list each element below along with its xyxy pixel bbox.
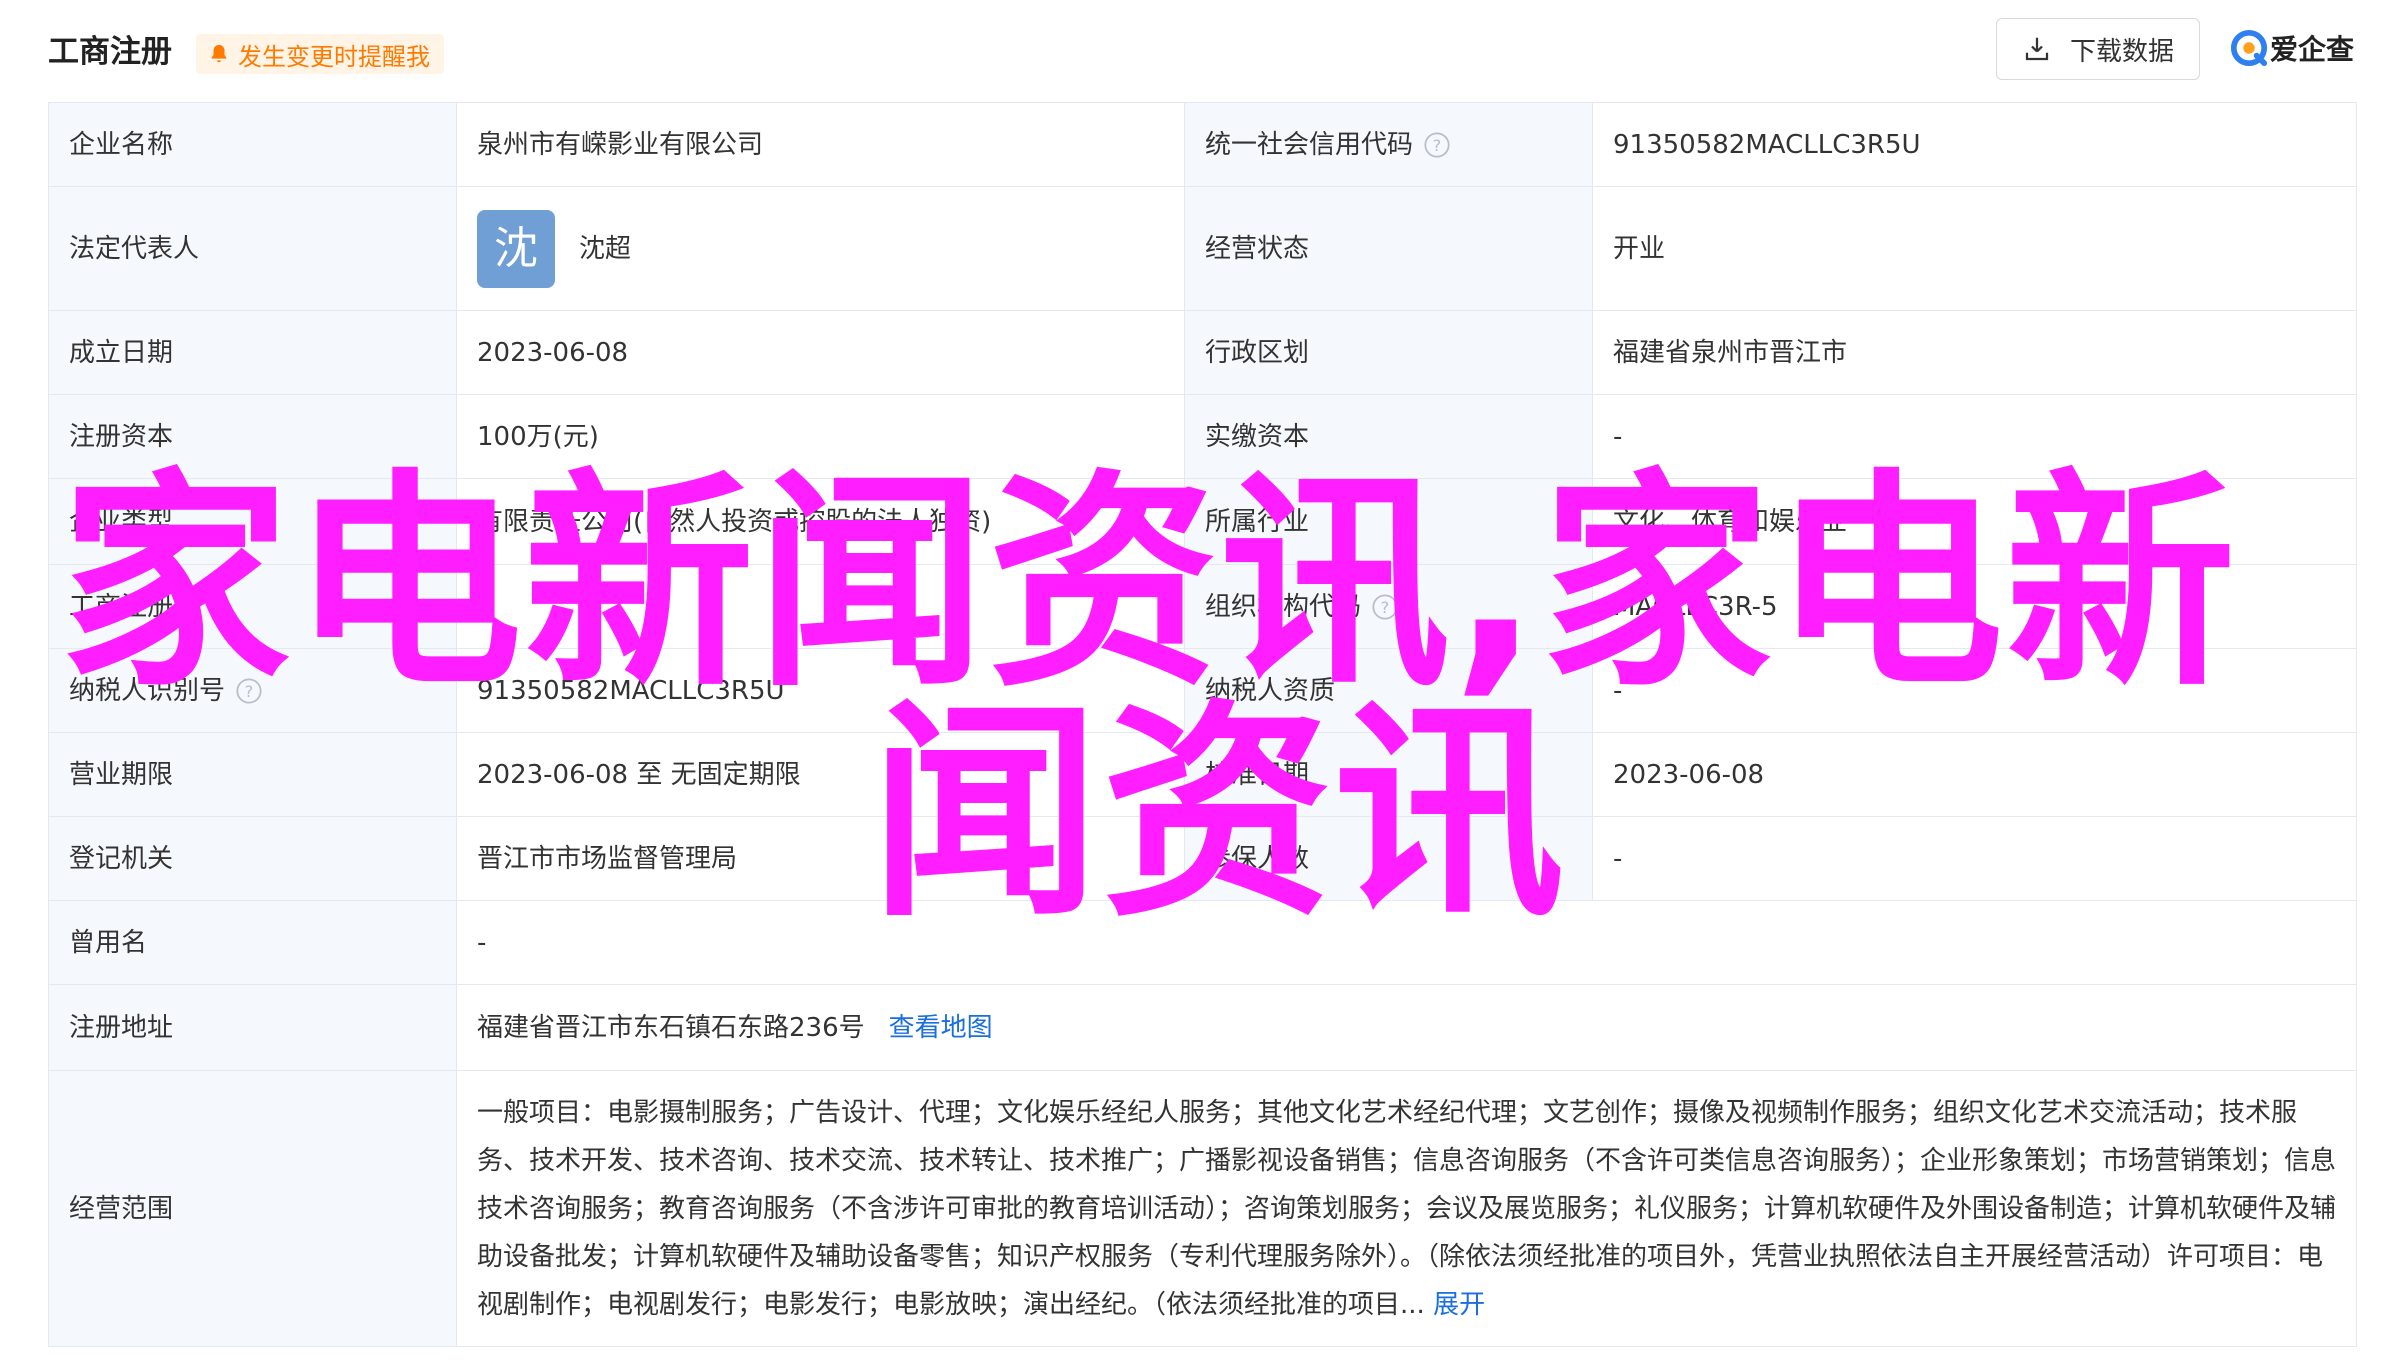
label-legal-rep: 法定代表人 xyxy=(48,186,457,311)
label-approval-date: 核准日期 xyxy=(1184,732,1593,817)
table-row: 企业名称 泉州市有嵘影业有限公司 统一社会信用代码? 91350582MACLL… xyxy=(48,102,2357,187)
table-row: 企业类型 有限责任公司(自然人投资或控股的法人独资) 所属行业 文化、体育和娱乐… xyxy=(48,478,2357,565)
svg-text:?: ? xyxy=(1433,136,1442,155)
value-former-name: - xyxy=(456,900,2357,985)
section-title: 工商注册 xyxy=(48,34,172,70)
value-biz-reg-no xyxy=(456,564,1185,649)
value-status: 开业 xyxy=(1592,186,2357,311)
help-icon[interactable]: ? xyxy=(235,677,263,705)
value-biz-term: 2023-06-08 至 无固定期限 xyxy=(456,732,1185,817)
change-alert-button[interactable]: 发生变更时提醒我 xyxy=(196,34,444,74)
label-reg-capital: 注册资本 xyxy=(48,394,457,479)
change-alert-label: 发生变更时提醒我 xyxy=(238,42,430,71)
table-row: 曾用名 - xyxy=(48,900,2357,985)
value-credit-code: 91350582MACLLC3R5U xyxy=(1592,102,2357,187)
biz-scope-text: 一般项目：电影摄制服务；广告设计、代理；文化娱乐经纪人服务；其他文化艺术经纪代理… xyxy=(477,1097,2336,1320)
value-taxpayer-id: 91350582MACLLC3R5U xyxy=(456,648,1185,733)
table-row: 纳税人识别号? 91350582MACLLC3R5U 纳税人资质 - xyxy=(48,648,2357,733)
label-insured-count: 参保人数 xyxy=(1184,816,1593,901)
label-biz-scope: 经营范围 xyxy=(48,1070,457,1347)
label-credit-code-text: 统一社会信用代码 xyxy=(1205,129,1414,160)
label-status: 经营状态 xyxy=(1184,186,1593,311)
biz-scope-ellipsis: ... xyxy=(1400,1289,1425,1320)
label-company-type: 企业类型 xyxy=(48,478,457,565)
help-icon[interactable]: ? xyxy=(1423,131,1451,159)
value-taxpayer-quality: - xyxy=(1592,648,2357,733)
label-org-code-text: 组织机构代码 xyxy=(1205,591,1362,622)
table-row: 营业期限 2023-06-08 至 无固定期限 核准日期 2023-06-08 xyxy=(48,732,2357,817)
download-data-label: 下载数据 xyxy=(2069,36,2174,67)
table-row: 注册地址 福建省晋江市东石镇石东路236号 查看地图 xyxy=(48,984,2357,1071)
brand-logo-icon xyxy=(2230,29,2268,67)
table-row: 注册资本 100万(元) 实缴资本 - xyxy=(48,394,2357,479)
reg-address-text: 福建省晋江市东石镇石东路236号 xyxy=(477,1012,865,1043)
value-approval-date: 2023-06-08 xyxy=(1592,732,2357,817)
legal-rep-name[interactable]: 沈超 xyxy=(579,232,631,266)
value-company-type: 有限责任公司(自然人投资或控股的法人独资) xyxy=(456,478,1185,565)
label-paid-capital: 实缴资本 xyxy=(1184,394,1593,479)
value-legal-rep: 沈 沈超 xyxy=(456,186,1185,311)
download-data-button[interactable]: 下载数据 xyxy=(1996,18,2200,80)
svg-text:?: ? xyxy=(245,682,254,701)
value-region: 福建省泉州市晋江市 xyxy=(1592,310,2357,395)
value-insured-count: - xyxy=(1592,816,2357,901)
section-header: 工商注册 发生变更时提醒我 下载数据 爱企查 xyxy=(0,0,2388,100)
label-reg-address: 注册地址 xyxy=(48,984,457,1071)
label-region: 行政区划 xyxy=(1184,310,1593,395)
label-credit-code: 统一社会信用代码? xyxy=(1184,102,1593,187)
view-map-link[interactable]: 查看地图 xyxy=(889,1013,993,1043)
label-industry: 所属行业 xyxy=(1184,478,1593,565)
brand-logo[interactable]: 爱企查 xyxy=(2230,28,2354,68)
brand-name: 爱企查 xyxy=(2270,33,2355,66)
label-biz-term: 营业期限 xyxy=(48,732,457,817)
label-taxpayer-id: 纳税人识别号? xyxy=(48,648,457,733)
label-company-name: 企业名称 xyxy=(48,102,457,187)
value-org-code: MACLLC3R-5 xyxy=(1592,564,2357,649)
value-reg-capital: 100万(元) xyxy=(456,394,1185,479)
table-row: 工商注册号 组织机构代码? MACLLC3R-5 xyxy=(48,564,2357,649)
value-founded: 2023-06-08 xyxy=(456,310,1185,395)
label-taxpayer-id-text: 纳税人识别号 xyxy=(69,675,226,706)
registration-info-table: 企业名称 泉州市有嵘影业有限公司 统一社会信用代码? 91350582MACLL… xyxy=(48,102,2357,1347)
table-row: 经营范围 一般项目：电影摄制服务；广告设计、代理；文化娱乐经纪人服务；其他文化艺… xyxy=(48,1070,2357,1347)
avatar[interactable]: 沈 xyxy=(477,209,555,288)
label-taxpayer-quality: 纳税人资质 xyxy=(1184,648,1593,733)
value-industry: 文化、体育和娱乐业 xyxy=(1592,478,2357,565)
label-biz-reg-no: 工商注册号 xyxy=(48,564,457,649)
table-row: 法定代表人 沈 沈超 经营状态 开业 xyxy=(48,186,2357,311)
value-paid-capital: - xyxy=(1592,394,2357,479)
bell-icon xyxy=(211,44,227,63)
value-reg-address: 福建省晋江市东石镇石东路236号 查看地图 xyxy=(456,984,2357,1071)
svg-text:?: ? xyxy=(1381,598,1390,617)
label-founded: 成立日期 xyxy=(48,310,457,395)
value-reg-authority: 晋江市市场监督管理局 xyxy=(456,816,1185,901)
label-org-code: 组织机构代码? xyxy=(1184,564,1593,649)
table-row: 登记机关 晋江市市场监督管理局 参保人数 - xyxy=(48,816,2357,901)
expand-link[interactable]: 展开 xyxy=(1433,1290,1485,1320)
value-company-name: 泉州市有嵘影业有限公司 xyxy=(456,102,1185,187)
label-former-name: 曾用名 xyxy=(48,900,457,985)
label-reg-authority: 登记机关 xyxy=(48,816,457,901)
value-biz-scope: 一般项目：电影摄制服务；广告设计、代理；文化娱乐经纪人服务；其他文化艺术经纪代理… xyxy=(456,1070,2357,1347)
download-icon xyxy=(2025,37,2049,61)
help-icon[interactable]: ? xyxy=(1371,593,1399,621)
table-row: 成立日期 2023-06-08 行政区划 福建省泉州市晋江市 xyxy=(48,310,2357,395)
